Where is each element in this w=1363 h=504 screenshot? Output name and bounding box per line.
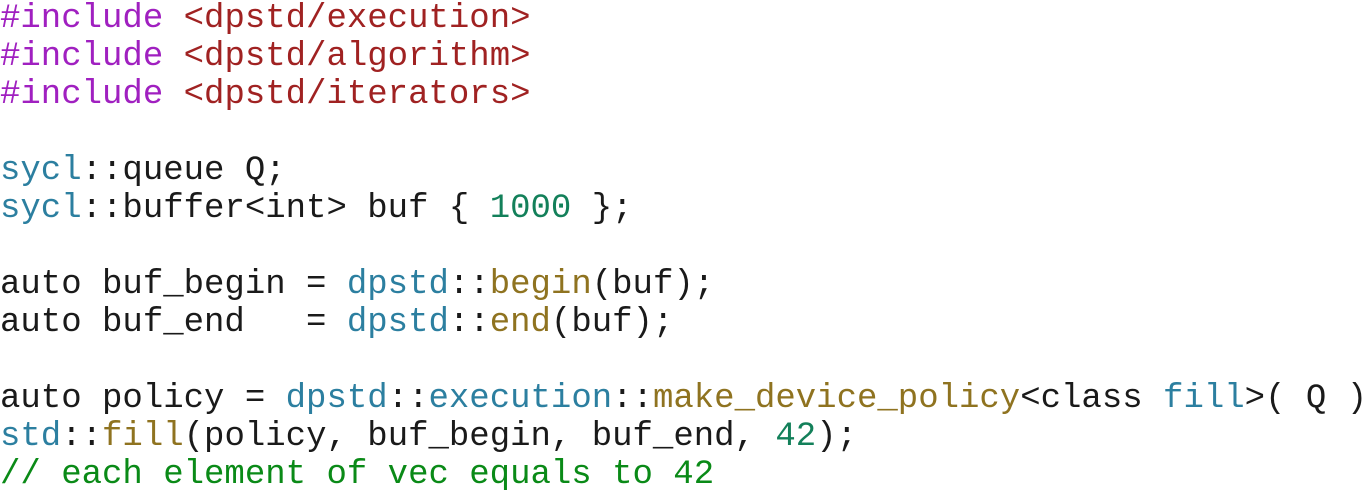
code-line-5: sycl::buffer<int> buf { 1000 };: [0, 190, 1363, 228]
code-token-comment: // each element of vec equals to 42: [0, 456, 715, 494]
code-token-header: <dpstd/algorithm>: [183, 38, 531, 76]
code-token-plain: };: [571, 190, 633, 228]
code-token-preproc: #include: [0, 0, 164, 38]
code-token-plain: );: [816, 418, 857, 456]
code-line-0: #include <dpstd/execution>: [0, 0, 1363, 38]
code-token-namespace: execution: [428, 380, 613, 418]
code-token-plain: auto policy =: [0, 380, 286, 418]
code-line-7: auto buf_begin = dpstd::begin(buf);: [0, 266, 1363, 304]
code-line-11: std::fill(policy, buf_begin, buf_end, 42…: [0, 418, 1363, 456]
code-token-plain: ::: [387, 380, 429, 418]
code-line-8: auto buf_end = dpstd::end(buf);: [0, 304, 1363, 342]
code-token-plain: (buf);: [550, 304, 674, 342]
code-line-1: #include <dpstd/algorithm>: [0, 38, 1363, 76]
code-token-plain: >( Q );: [1244, 380, 1363, 418]
code-token-plain: auto buf_end =: [0, 304, 347, 342]
code-line-2: #include <dpstd/iterators>: [0, 76, 1363, 114]
code-token-plain: ::: [448, 304, 490, 342]
code-token-function: begin: [489, 266, 592, 304]
code-token-header: <dpstd/iterators>: [183, 76, 531, 114]
code-token-namespace: sycl: [0, 190, 82, 228]
code-token-plain: auto buf_begin =: [0, 266, 347, 304]
code-token-function: make_device_policy: [652, 380, 1021, 418]
code-token-plain: <class: [1020, 380, 1164, 418]
code-listing: #include <dpstd/execution> #include <dpst…: [0, 0, 1363, 504]
code-token-plain: ::queue Q;: [81, 152, 286, 190]
code-token-preproc: #include: [0, 76, 164, 114]
code-line-12: // each element of vec equals to 42: [0, 456, 1363, 494]
code-token-plain: (policy, buf_begin, buf_end,: [183, 418, 776, 456]
code-token-plain: ::: [448, 266, 490, 304]
code-token-header: <dpstd/execution>: [183, 0, 531, 38]
code-token-plain: ::: [612, 380, 653, 418]
code-token-number: 42: [775, 418, 817, 456]
code-token-namespace: dpstd: [346, 266, 449, 304]
code-token-namespace: std: [0, 418, 62, 456]
code-token-preproc: #include: [0, 38, 164, 76]
code-token-namespace: dpstd: [346, 304, 449, 342]
code-token-function: fill: [102, 418, 184, 456]
code-token-namespace: fill: [1163, 380, 1245, 418]
code-token-plain: (buf);: [591, 266, 715, 304]
code-line-10: auto policy = dpstd::execution::make_dev…: [0, 380, 1363, 418]
code-token-number: 1000: [489, 190, 572, 228]
code-token-function: end: [489, 304, 551, 342]
code-token-plain: ::: [61, 418, 103, 456]
code-token-plain: ::buffer<int> buf {: [81, 190, 490, 228]
code-token-namespace: dpstd: [285, 380, 388, 418]
code-token-namespace: sycl: [0, 152, 82, 190]
code-line-4: sycl::queue Q;: [0, 152, 1363, 190]
